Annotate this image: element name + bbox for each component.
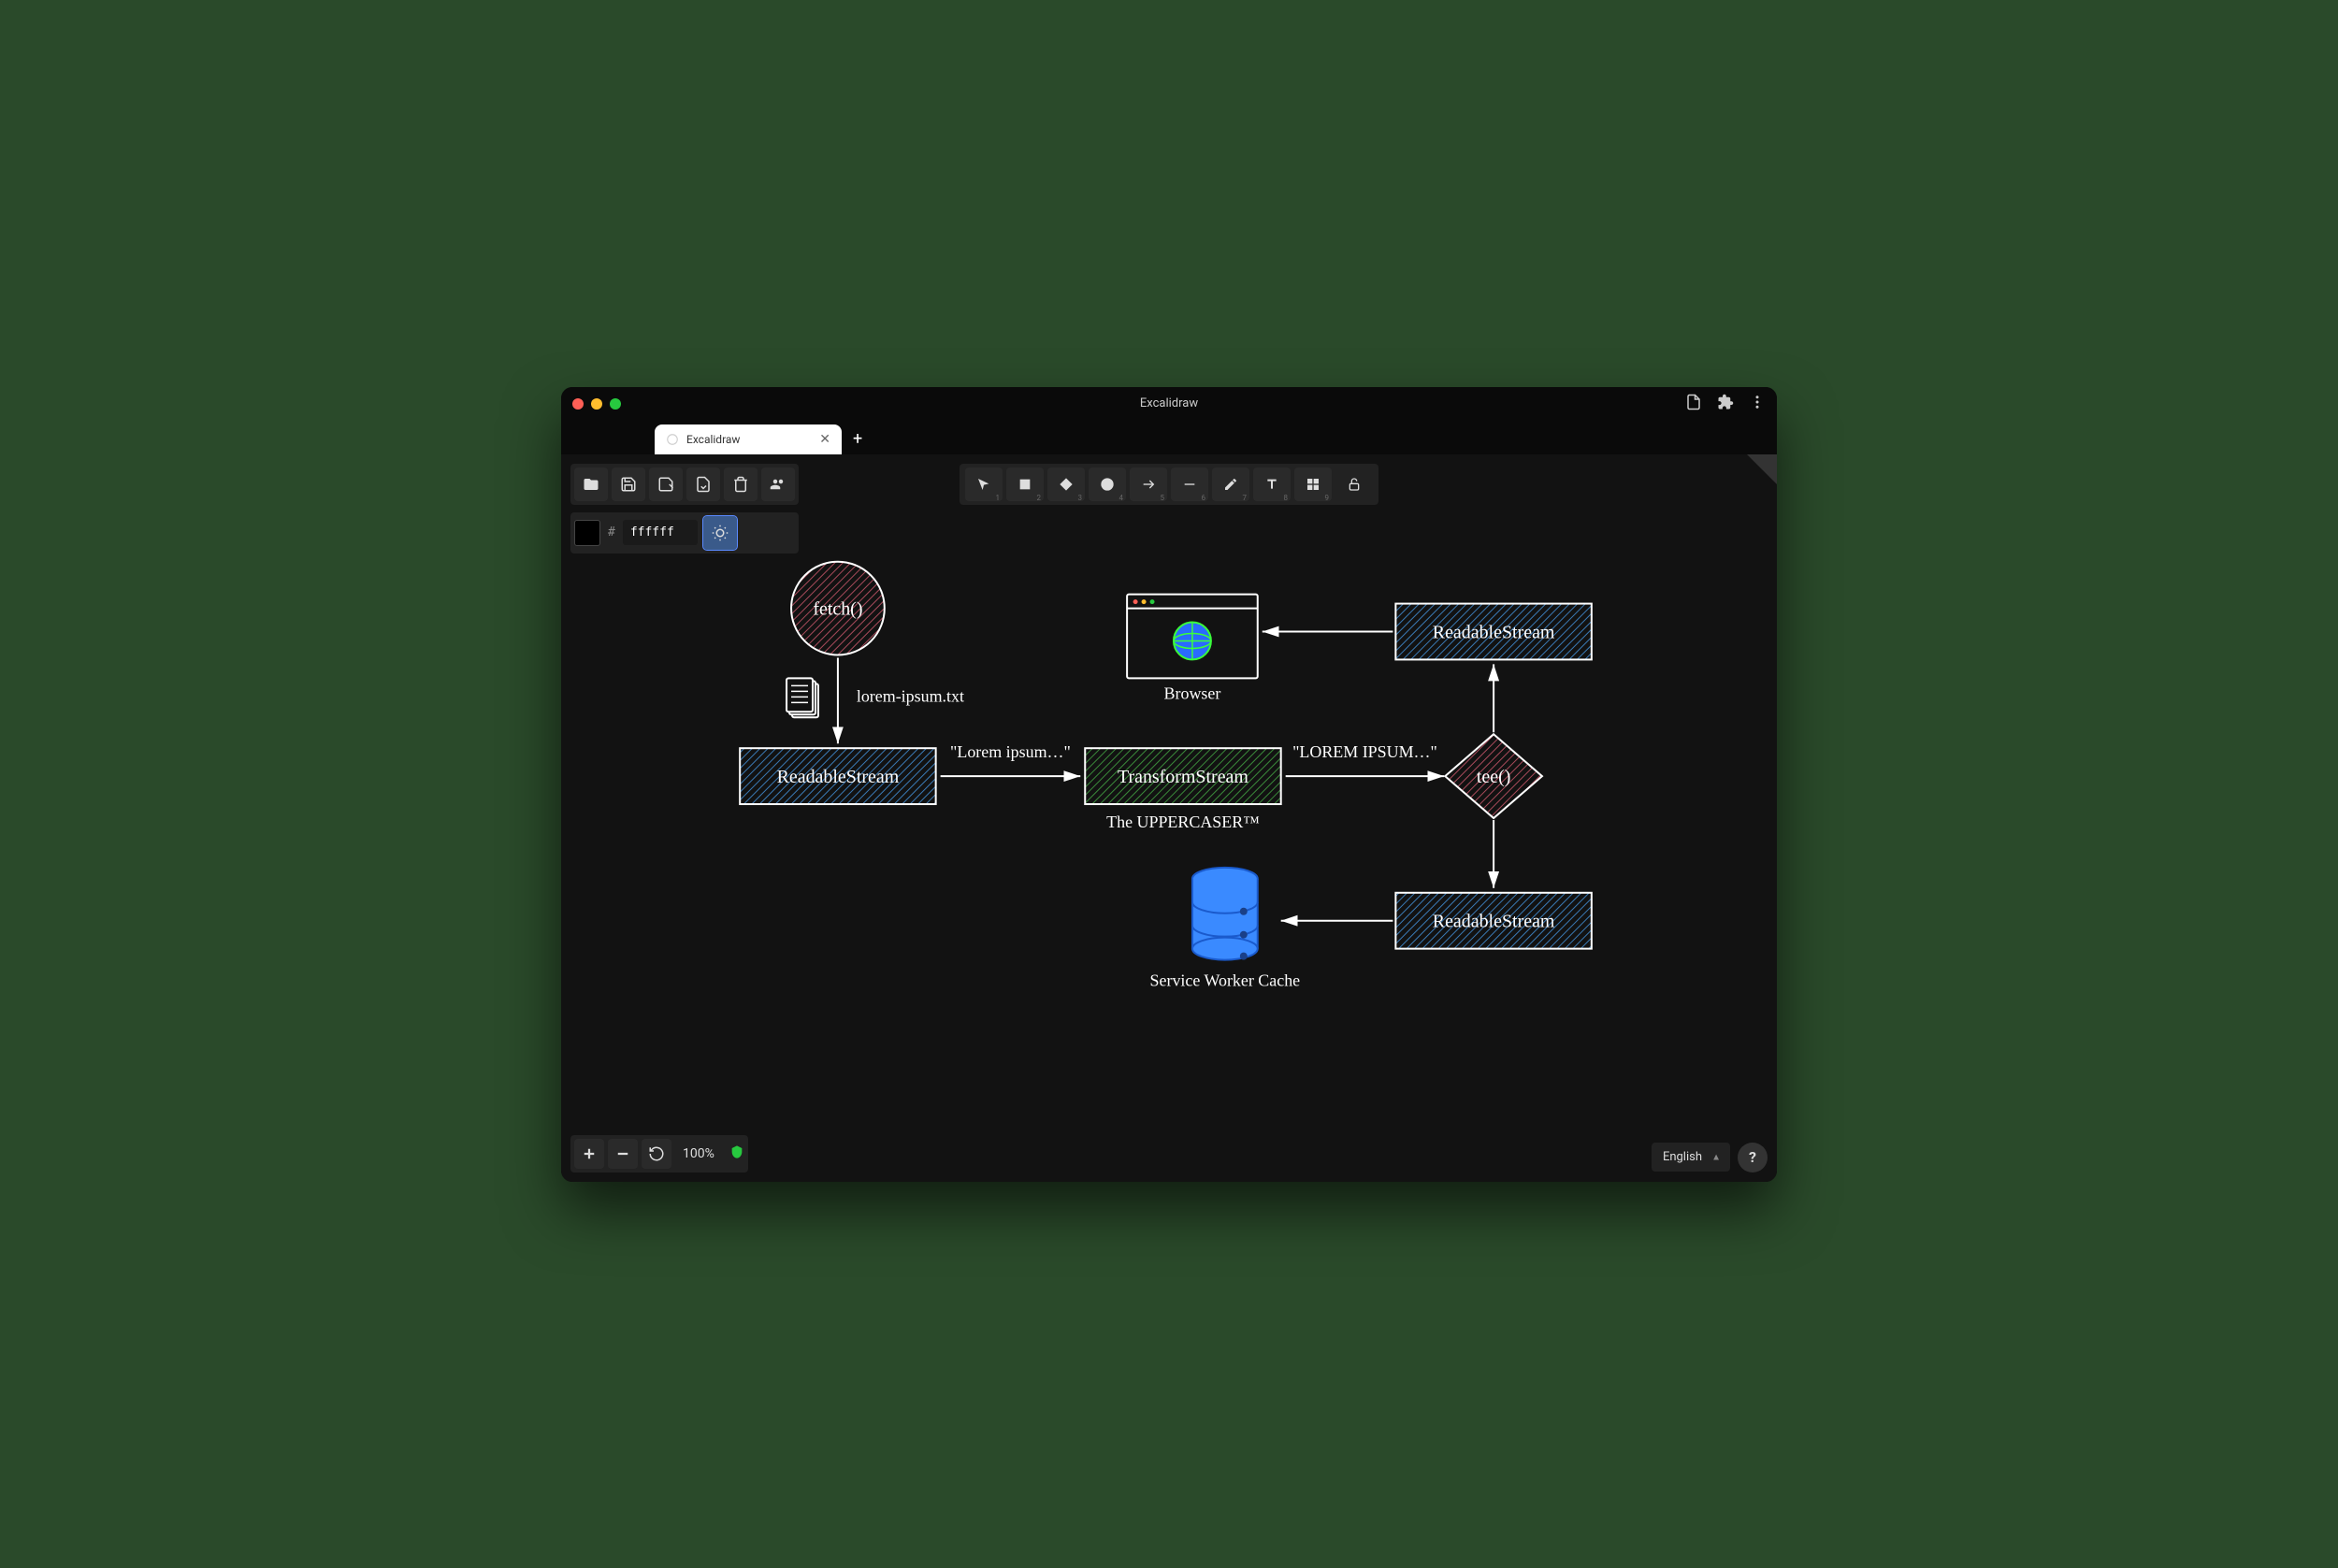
tab-favicon-icon <box>666 433 679 446</box>
bottom-right-toolbar: English ▲ ? <box>1652 1143 1768 1172</box>
new-tab-button[interactable]: + <box>853 429 862 454</box>
excalidraw-app: # 1 2 3 4 5 6 7 8 9 <box>561 454 1777 1182</box>
arrow1-label: "Lorem ipsum…" <box>950 742 1071 761</box>
close-tab-button[interactable]: ✕ <box>819 432 830 447</box>
file-icon-diagram[interactable] <box>787 678 818 717</box>
traffic-lights <box>572 398 621 410</box>
file-label: lorem-ipsum.txt <box>857 686 964 705</box>
zoom-out-button[interactable] <box>608 1139 638 1169</box>
zoom-in-button[interactable] <box>574 1139 604 1169</box>
transform-caption: The UPPERCASER™ <box>1106 812 1260 830</box>
language-select[interactable]: English ▲ <box>1652 1143 1730 1172</box>
reset-zoom-button[interactable] <box>642 1139 671 1169</box>
browser-label: Browser <box>1164 683 1221 702</box>
extensions-icon[interactable] <box>1717 394 1734 414</box>
help-button[interactable]: ? <box>1738 1143 1768 1172</box>
chevron-up-icon: ▲ <box>1711 1152 1721 1162</box>
encryption-shield-icon[interactable] <box>729 1144 744 1163</box>
browser-window: Excalidraw Excalidraw ✕ + <box>561 387 1777 1182</box>
node-tee-label: tee() <box>1477 767 1511 787</box>
titlebar: Excalidraw <box>561 387 1777 421</box>
close-window-button[interactable] <box>572 398 584 410</box>
browser-tab[interactable]: Excalidraw ✕ <box>655 424 842 454</box>
window-title: Excalidraw <box>1140 396 1198 410</box>
node-readable2-label: ReadableStream <box>1433 622 1555 642</box>
file-icon[interactable] <box>1685 394 1702 414</box>
more-icon[interactable] <box>1749 394 1766 414</box>
tabbar: Excalidraw ✕ + <box>561 421 1777 454</box>
node-readable3-label: ReadableStream <box>1433 911 1555 931</box>
node-browser[interactable] <box>1127 594 1258 678</box>
language-label: English <box>1663 1150 1702 1164</box>
node-transform-label: TransformStream <box>1118 767 1248 787</box>
arrow2-label: "LOREM IPSUM…" <box>1292 742 1437 761</box>
minimize-window-button[interactable] <box>591 398 602 410</box>
node-readable1-label: ReadableStream <box>777 767 900 787</box>
canvas[interactable]: fetch() lorem-ipsum.txt ReadableStream <box>561 454 1777 1182</box>
maximize-window-button[interactable] <box>610 398 621 410</box>
tab-label: Excalidraw <box>686 433 740 446</box>
cache-label: Service Worker Cache <box>1150 971 1301 989</box>
node-cache[interactable] <box>1192 867 1258 959</box>
zoom-toolbar: 100% <box>570 1135 748 1172</box>
node-fetch-label: fetch() <box>813 598 862 619</box>
zoom-level: 100% <box>675 1146 722 1161</box>
